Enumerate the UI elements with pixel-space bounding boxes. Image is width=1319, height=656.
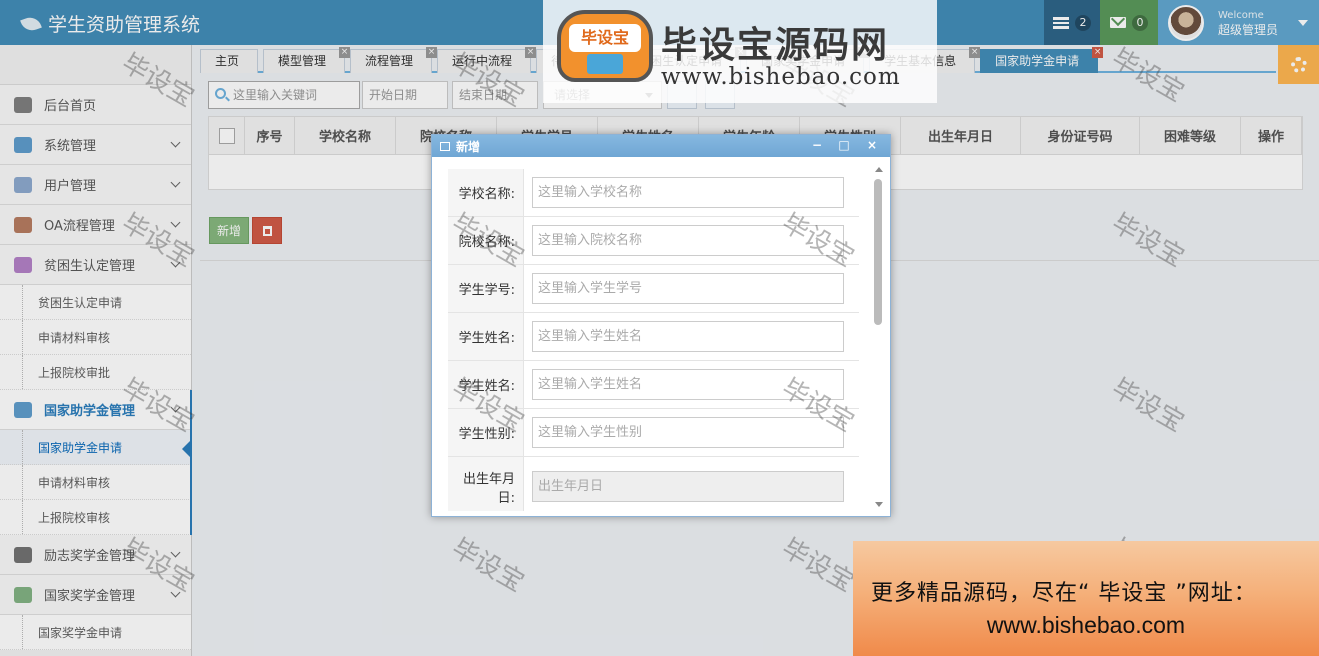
dialog-titlebar[interactable]: 新增 − □ × (432, 135, 890, 157)
logo-badge-text: 毕设宝 (569, 24, 641, 52)
form-label: 学生姓名: (448, 313, 524, 360)
form-row: 学生性别: (448, 409, 859, 457)
logo-banner: 毕设宝 毕设宝源码网 www.bishebao.com (543, 0, 937, 103)
scroll-thumb[interactable] (874, 179, 882, 325)
form-row: 学生姓名: (448, 313, 859, 361)
form-input (532, 471, 844, 502)
dialog-title: 新增 (456, 139, 481, 154)
logo-title: 毕设宝源码网 (661, 25, 890, 66)
form-input[interactable] (532, 369, 844, 400)
form-row: 学校名称: (448, 169, 859, 217)
promo-banner: 更多精品源码，尽在“ 毕设宝 ”网址： www.bishebao.com (853, 541, 1319, 656)
scroll-up-icon[interactable] (875, 167, 883, 172)
window-icon (440, 141, 450, 151)
logo-badge: 毕设宝 (557, 10, 653, 82)
form-row: 院校名称: (448, 217, 859, 265)
promo-line1: 更多精品源码，尽在“ 毕设宝 ”网址： (871, 581, 1257, 606)
form-row: 学生姓名: (448, 361, 859, 409)
dialog-scrollbar[interactable] (873, 167, 883, 507)
form-row: 学生学号: (448, 265, 859, 313)
add-dialog: 新增 − □ × 学校名称:院校名称:学生学号:学生姓名:学生姓名:学生性别:出… (431, 134, 891, 517)
maximize-icon[interactable]: □ (837, 138, 851, 152)
scroll-down-icon[interactable] (875, 502, 883, 507)
add-form: 学校名称:院校名称:学生学号:学生姓名:学生姓名:学生性别:出生年月日: (448, 169, 859, 511)
form-label: 出生年月日: (448, 457, 524, 511)
form-label: 学校名称: (448, 169, 524, 216)
form-input[interactable] (532, 225, 844, 256)
form-input[interactable] (532, 273, 844, 304)
form-label: 学生学号: (448, 265, 524, 312)
form-label: 院校名称: (448, 217, 524, 264)
form-input[interactable] (532, 321, 844, 352)
minimize-icon[interactable]: − (810, 138, 824, 152)
logo-url: www.bishebao.com (661, 64, 901, 90)
form-row: 出生年月日: (448, 457, 859, 511)
close-icon[interactable]: × (865, 138, 879, 152)
monitor-icon (587, 54, 623, 74)
form-input[interactable] (532, 177, 844, 208)
form-label: 学生姓名: (448, 361, 524, 408)
form-input[interactable] (532, 417, 844, 448)
promo-url: www.bishebao.com (986, 612, 1186, 638)
form-label: 学生性别: (448, 409, 524, 456)
